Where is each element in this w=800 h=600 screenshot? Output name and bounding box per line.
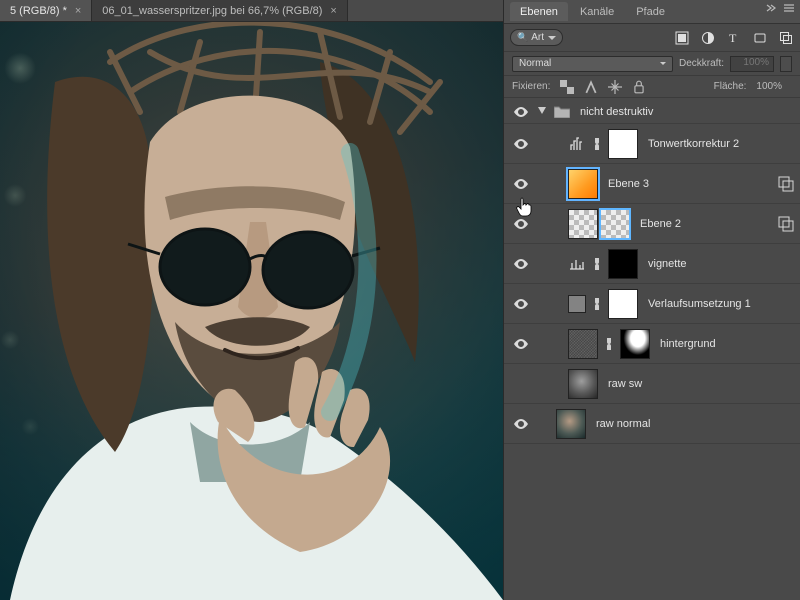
- lock-all-icon[interactable]: [632, 80, 646, 94]
- folder-icon: [554, 105, 570, 118]
- layer-thumbnail[interactable]: [568, 329, 598, 359]
- panel-collapse-icon[interactable]: [764, 3, 778, 13]
- layer-filter-dropdown[interactable]: 🔍 Art: [510, 29, 563, 46]
- filter-adjustment-icon[interactable]: [700, 30, 716, 46]
- layer-name[interactable]: Ebene 2: [640, 218, 772, 230]
- layer-list: nicht destruktiv Tonwertkorrektur 2 Eben…: [504, 100, 800, 600]
- opacity-stepper[interactable]: [780, 56, 792, 72]
- document-canvas[interactable]: [0, 22, 503, 600]
- layer-row[interactable]: Ebene 3: [504, 164, 800, 204]
- layer-mask-thumbnail[interactable]: [620, 329, 650, 359]
- layer-row[interactable]: raw sw: [504, 364, 800, 404]
- smart-object-icon: [778, 176, 794, 192]
- mask-link-icon[interactable]: [592, 137, 602, 151]
- blend-mode-value: Normal: [519, 58, 551, 69]
- smart-object-icon: [778, 216, 794, 232]
- layer-name[interactable]: vignette: [648, 258, 794, 270]
- panel-tab-bar: Ebenen Kanäle Pfade: [504, 0, 800, 24]
- disclosure-triangle-icon[interactable]: [538, 106, 548, 118]
- document-tab-label: 06_01_wasserspritzer.jpg bei 66,7% (RGB/…: [102, 5, 322, 17]
- layer-row[interactable]: hintergrund: [504, 324, 800, 364]
- layer-name[interactable]: Verlaufsumsetzung 1: [648, 298, 794, 310]
- layer-name[interactable]: Tonwertkorrektur 2: [648, 138, 794, 150]
- layer-name[interactable]: nicht destruktiv: [580, 106, 794, 118]
- search-icon: 🔍: [517, 32, 528, 43]
- layer-mask-thumbnail[interactable]: [608, 129, 638, 159]
- tab-layers[interactable]: Ebenen: [510, 2, 568, 21]
- close-icon[interactable]: ×: [75, 5, 81, 17]
- layer-filter-label: Art: [531, 32, 544, 43]
- levels-adjustment-icon: [568, 135, 586, 153]
- visibility-toggle[interactable]: [514, 259, 528, 269]
- filter-shape-icon[interactable]: [752, 30, 768, 46]
- layer-row[interactable]: raw normal: [504, 404, 800, 444]
- gradient-map-icon: [568, 295, 586, 313]
- mask-link-icon[interactable]: [604, 337, 614, 351]
- document-tab[interactable]: 5 (RGB/8) * ×: [0, 0, 92, 21]
- layer-name[interactable]: hintergrund: [660, 338, 794, 350]
- layer-mask-thumbnail[interactable]: [608, 249, 638, 279]
- layer-thumbnail[interactable]: [568, 209, 598, 239]
- layers-panel: Ebenen Kanäle Pfade 🔍 Art T Normal Deckk…: [503, 0, 800, 600]
- tab-channels[interactable]: Kanäle: [570, 2, 624, 21]
- lock-label: Fixieren:: [512, 81, 550, 92]
- opacity-label: Deckkraft:: [679, 58, 724, 69]
- layer-mask-thumbnail[interactable]: [600, 209, 630, 239]
- photo-content: [0, 22, 503, 600]
- layer-row[interactable]: Tonwertkorrektur 2: [504, 124, 800, 164]
- layer-thumbnail[interactable]: [568, 369, 598, 399]
- blend-mode-row: Normal Deckkraft: 100%: [504, 52, 800, 76]
- lock-position-icon[interactable]: [608, 80, 622, 94]
- layer-name[interactable]: raw normal: [596, 418, 794, 430]
- visibility-toggle[interactable]: [514, 107, 528, 117]
- lock-pixels-icon[interactable]: [584, 80, 598, 94]
- layers-toolbar: 🔍 Art T: [504, 24, 800, 52]
- fill-value[interactable]: 100%: [756, 81, 782, 92]
- document-tab[interactable]: 06_01_wasserspritzer.jpg bei 66,7% (RGB/…: [92, 0, 348, 21]
- lock-row: Fixieren: Fläche: 100%: [504, 76, 800, 98]
- blend-mode-dropdown[interactable]: Normal: [512, 56, 673, 72]
- tab-paths[interactable]: Pfade: [626, 2, 675, 21]
- layer-name[interactable]: raw sw: [608, 378, 794, 390]
- visibility-toggle[interactable]: [514, 299, 528, 309]
- filter-smartobject-icon[interactable]: [778, 30, 794, 46]
- document-tab-label: 5 (RGB/8) *: [10, 5, 67, 17]
- layer-row[interactable]: vignette: [504, 244, 800, 284]
- visibility-toggle[interactable]: [514, 339, 528, 349]
- layer-row[interactable]: Verlaufsumsetzung 1: [504, 284, 800, 324]
- layer-name[interactable]: Ebene 3: [608, 178, 772, 190]
- layer-group-row[interactable]: nicht destruktiv: [504, 100, 800, 124]
- lock-transparency-icon[interactable]: [560, 80, 574, 94]
- adjustment-icon: [568, 255, 586, 273]
- layer-mask-thumbnail[interactable]: [608, 289, 638, 319]
- visibility-toggle[interactable]: [514, 179, 528, 189]
- mask-link-icon[interactable]: [592, 297, 602, 311]
- filter-pixel-icon[interactable]: [674, 30, 690, 46]
- layer-thumbnail[interactable]: [556, 409, 586, 439]
- mask-link-icon[interactable]: [592, 257, 602, 271]
- visibility-toggle[interactable]: [514, 219, 528, 229]
- fill-label: Fläche:: [714, 81, 747, 92]
- layer-row[interactable]: Ebene 2: [504, 204, 800, 244]
- panel-menu-icon[interactable]: [782, 3, 796, 13]
- visibility-toggle[interactable]: [514, 419, 528, 429]
- visibility-toggle[interactable]: [514, 139, 528, 149]
- layer-thumbnail[interactable]: [568, 169, 598, 199]
- svg-text:T: T: [729, 31, 737, 45]
- opacity-value[interactable]: 100%: [730, 56, 774, 72]
- filter-type-icon[interactable]: T: [726, 30, 742, 46]
- close-icon[interactable]: ×: [330, 5, 336, 17]
